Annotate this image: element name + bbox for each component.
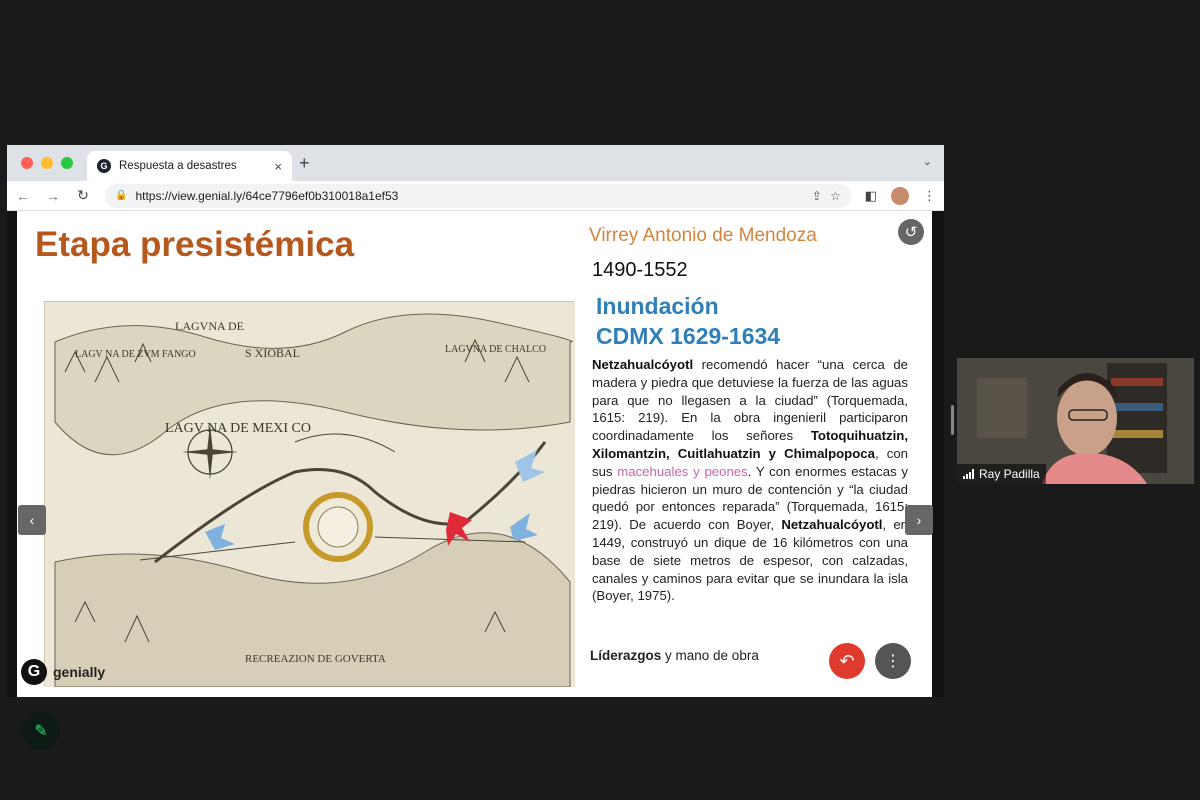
tab-title: Respuesta a desastres	[119, 160, 237, 172]
map-label-s-xiobal: S XIOBAL	[245, 346, 300, 360]
map-label-lagvna-de: LAGVNA DE	[175, 319, 244, 333]
map-illustration: LAGVNA DE S XIOBAL LAGV NA DE ZVM FANGO …	[45, 302, 575, 688]
panel-resize-handle[interactable]	[951, 405, 954, 435]
reload-icon[interactable]: ↻	[75, 187, 91, 204]
slide-title: Etapa presistémica	[35, 225, 355, 264]
url-text[interactable]: https://view.genial.ly/64ce7796ef0b31001…	[135, 189, 803, 203]
tab-search-chevron-icon[interactable]: ⌄	[923, 155, 932, 168]
body-paragraph: Netzahualcóyotl recomendó hacer “una cer…	[592, 356, 908, 605]
more-options-button[interactable]: ⋮	[875, 643, 911, 679]
genially-logo-icon: G	[21, 659, 47, 685]
viceroy-heading: Virrey Antonio de Mendoza	[589, 225, 817, 246]
viceroy-years: 1490-1552	[592, 259, 688, 281]
tab-strip: G Respuesta a desastres × + ⌄	[7, 145, 944, 181]
genially-logo[interactable]: G genially	[21, 659, 105, 685]
back-arrow-icon[interactable]: ←	[15, 188, 31, 204]
next-slide-arrow[interactable]: ›	[905, 505, 933, 535]
bookmark-star-icon[interactable]: ☆	[830, 189, 841, 203]
close-window-button[interactable]	[21, 157, 33, 169]
flood-heading-line2: CDMX 1629-1634	[596, 323, 781, 349]
new-tab-button[interactable]: +	[299, 153, 310, 174]
annotate-pencil-button[interactable]: ✎	[22, 712, 60, 750]
leaders-rest: y mano de obra	[661, 648, 759, 663]
participant-video-tile[interactable]: Ray Padilla	[957, 358, 1194, 484]
maximize-window-button[interactable]	[61, 157, 73, 169]
flood-heading: Inundación CDMX 1629-1634	[596, 291, 780, 351]
genially-logo-text: genially	[53, 664, 106, 680]
tab-close-icon[interactable]: ×	[274, 159, 282, 174]
bold-name: Netzahualcóyotl	[781, 517, 883, 533]
restart-icon[interactable]: ↺	[898, 219, 924, 245]
page-viewport: Etapa presistémica LAGVNA DE S XIOBAL LA…	[7, 211, 944, 697]
flood-heading-line1: Inundación	[596, 293, 719, 319]
address-bar[interactable]: 🔒 https://view.genial.ly/64ce7796ef0b310…	[105, 183, 851, 208]
highlight-link[interactable]: macehuales y peones	[617, 464, 747, 479]
side-panel-icon[interactable]: ◧	[865, 188, 877, 204]
bold-name: Netzahualcóyotl	[592, 357, 694, 372]
map-label-zumpango: LAGV NA DE ZVM FANGO	[75, 349, 196, 360]
genially-slide: Etapa presistémica LAGVNA DE S XIOBAL LA…	[17, 211, 932, 697]
previous-slide-arrow[interactable]: ‹	[18, 505, 46, 535]
browser-menu-icon[interactable]: ⋮	[923, 188, 936, 204]
historic-map-image: LAGVNA DE S XIOBAL LAGV NA DE ZVM FANGO …	[44, 301, 575, 688]
share-icon[interactable]: ⇪	[812, 189, 822, 203]
map-label-recreazion: RECREAZION DE GOVERTA	[245, 653, 386, 665]
forward-arrow-icon[interactable]: →	[45, 188, 61, 204]
genially-favicon-icon: G	[97, 159, 111, 173]
browser-window: G Respuesta a desastres × + ⌄ ← → ↻ 🔒 ht…	[7, 145, 944, 697]
leaders-bold: Líderazgos	[590, 648, 662, 663]
participant-name-label: Ray Padilla	[957, 464, 1046, 484]
undo-back-button[interactable]: ↶	[829, 643, 865, 679]
tab-respuesta-a-desastres[interactable]: G Respuesta a desastres ×	[87, 151, 292, 181]
profile-avatar[interactable]	[891, 186, 909, 205]
leaders-caption: Líderazgos y mano de obra	[590, 648, 759, 663]
window-controls	[21, 157, 73, 169]
signal-strength-icon	[963, 469, 974, 479]
participant-name: Ray Padilla	[979, 467, 1040, 481]
lock-icon: 🔒	[115, 190, 128, 201]
minimize-window-button[interactable]	[41, 157, 53, 169]
browser-toolbar: ← → ↻ 🔒 https://view.genial.ly/64ce7796e…	[7, 181, 944, 211]
map-label-mexico: LAGV NA DE MEXI CO	[165, 421, 311, 436]
map-label-chalco: LAGVNA DE CHALCO	[445, 344, 546, 355]
